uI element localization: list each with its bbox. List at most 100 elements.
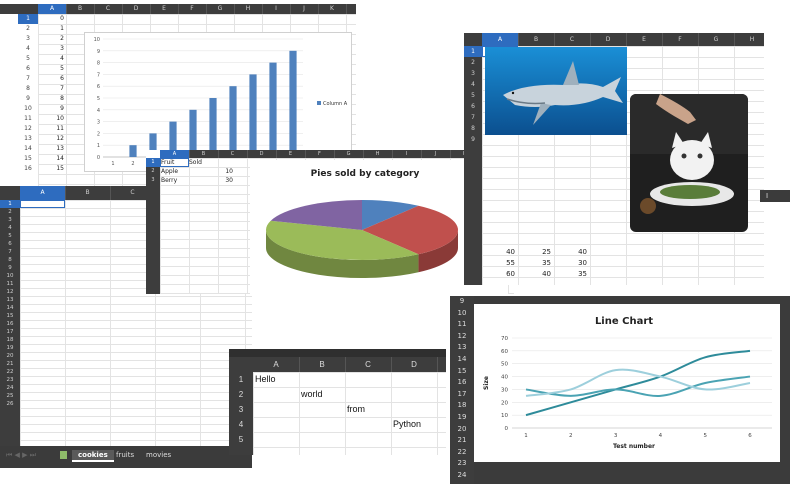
row-header: 14 <box>457 355 467 363</box>
selected-cell[interactable] <box>20 200 65 208</box>
row-header: 21 <box>6 361 14 367</box>
series-line <box>525 349 751 417</box>
column-header: G <box>206 4 235 14</box>
column-header: B <box>66 4 95 14</box>
row-header: 1 <box>464 46 482 57</box>
cell-value: 40 <box>578 248 587 256</box>
column-header: D <box>391 357 438 372</box>
column-header: D <box>247 150 277 158</box>
add-sheet-icon[interactable] <box>60 451 67 459</box>
cell-value: 1 <box>60 25 64 32</box>
row-header-bar: 12 3 <box>146 158 160 294</box>
row-header: 11 <box>24 115 32 122</box>
row-header: 12 <box>6 289 14 295</box>
column-header: C <box>94 4 123 14</box>
line-chart-svg: Line Chart 0 10 20 30 40 50 60 70 1 2 3 4 5 6 Test numb… <box>483 316 772 450</box>
bar <box>229 86 237 157</box>
column-header-bar: ABCD <box>229 357 446 372</box>
row-header: 3 <box>238 405 244 414</box>
row-header: 20 <box>457 424 467 433</box>
row-header: 26 <box>6 401 14 407</box>
line-chart[interactable]: Line Chart 0 10 20 30 40 50 60 70 1 2 3 4 5 6 Test numb… <box>474 304 780 462</box>
cat-photo-icon <box>630 94 748 232</box>
y-tick-label: 10 <box>94 37 100 43</box>
column-header: J <box>290 4 319 14</box>
row-header: 16 <box>24 165 32 172</box>
row-header: 4 <box>238 420 244 429</box>
x-tick-label: 1 <box>111 161 114 167</box>
column-header: C <box>554 33 591 46</box>
x-axis-label: Test number <box>613 443 655 450</box>
column-header: D <box>122 4 151 14</box>
row-header: 19 <box>457 413 467 421</box>
cell-value: 55 <box>506 259 515 267</box>
row-header: 10 <box>24 105 32 112</box>
row-header-bar: 1 2 3 4 5 <box>229 372 253 455</box>
row-header: 5 <box>238 435 244 444</box>
row-header: 10 <box>6 273 14 279</box>
selected-cell[interactable] <box>160 158 189 167</box>
shark-image[interactable] <box>485 47 627 135</box>
column-header: G <box>698 33 735 46</box>
x-tick-label: 1 <box>524 433 528 439</box>
cell-value: 35 <box>542 259 551 267</box>
row-header-bar: 1 2 3 4 5 6 7 8 9 10 11 12 13 14 15 16 <box>0 14 38 186</box>
row-header: 5 <box>8 233 12 239</box>
column-header: E <box>626 33 663 46</box>
cell-text: world <box>301 389 323 399</box>
tab-cookies[interactable]: cookies <box>72 450 114 462</box>
row-header: 8 <box>26 85 30 92</box>
row-header: 8 <box>471 125 475 132</box>
y-tick-label: 0 <box>505 426 509 432</box>
row-header: 15 <box>6 313 14 319</box>
cell-value: 6 <box>60 75 64 82</box>
bar <box>129 145 137 157</box>
row-header: 12 <box>24 125 32 132</box>
legend-label: Column A <box>323 101 348 107</box>
tab-movies[interactable]: movies <box>146 451 171 459</box>
y-tick-label: 7 <box>97 72 100 78</box>
column-header: I <box>392 150 422 158</box>
row-header: 17 <box>6 329 14 335</box>
y-tick-label: 2 <box>97 131 100 137</box>
column-header: B <box>65 186 111 200</box>
tab-nav-arrows-icon[interactable]: ⏮ ◀ ▶ ⏭ <box>6 451 36 460</box>
table-cell: Berry <box>161 177 178 184</box>
y-tick-label: 20 <box>501 400 508 406</box>
row-header: 2 <box>151 168 155 174</box>
row-header: 16 <box>457 378 467 387</box>
column-header: A <box>20 186 66 200</box>
row-header: 13 <box>457 343 467 352</box>
row-header: 22 <box>457 447 467 456</box>
row-header: 15 <box>24 155 32 162</box>
series-line <box>525 375 751 397</box>
y-tick-label: 6 <box>97 84 100 90</box>
row-header: 18 <box>6 337 14 343</box>
row-header: 15 <box>457 366 467 375</box>
x-tick-label: 2 <box>131 161 134 167</box>
row-header: 1 <box>18 14 38 24</box>
column-header: E <box>150 4 179 14</box>
column-header: F <box>305 150 335 158</box>
cell-value: 35 <box>578 270 587 278</box>
cell-value: 0 <box>60 15 64 22</box>
row-header: 9 <box>8 265 12 271</box>
column-header: C <box>345 357 392 372</box>
chart-title: Pies sold by category <box>311 169 420 179</box>
row-header-bar: 1 2 3 4 5 6 7 8 9 <box>464 46 482 285</box>
cell-value: 11 <box>56 125 64 132</box>
row-header: 17 <box>457 389 467 398</box>
tab-fruits[interactable]: fruits <box>116 451 134 459</box>
column-header: A <box>160 150 190 158</box>
row-header: 3 <box>471 70 475 77</box>
row-header: 20 <box>6 353 14 359</box>
row-header: 12 <box>457 331 467 340</box>
y-tick-label: 4 <box>97 108 100 114</box>
row-header: 1 <box>238 375 244 384</box>
cat-image[interactable] <box>630 94 748 232</box>
column-header-bar: ABCDEFGHIJKL <box>160 150 514 158</box>
column-header: I <box>262 4 291 14</box>
column-header-extra: I <box>760 190 790 202</box>
y-tick-label: 8 <box>97 61 100 67</box>
y-tick-label: 50 <box>501 362 508 368</box>
